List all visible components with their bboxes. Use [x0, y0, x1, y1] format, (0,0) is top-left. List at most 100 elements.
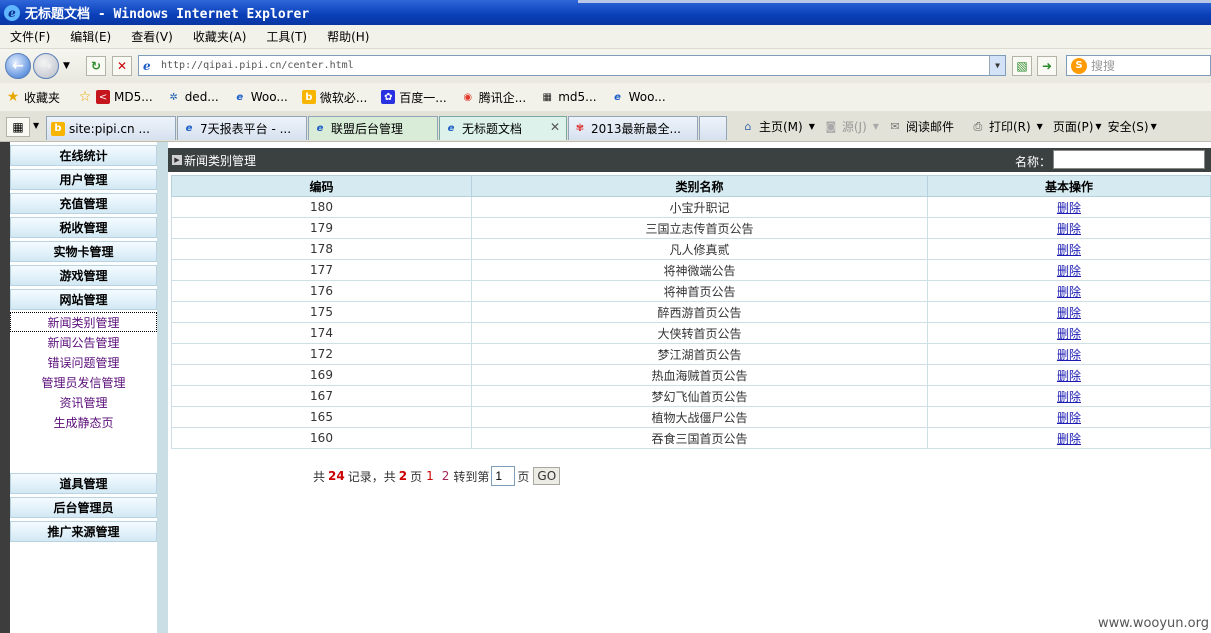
- tab-untitled[interactable]: e 无标题文档 ✕: [439, 116, 567, 140]
- sidebar-subitem-news-notice[interactable]: 新闻公告管理: [10, 332, 157, 352]
- table-row: 178 凡人修真贰 删除: [171, 238, 1211, 260]
- site-icon: ✾: [575, 123, 585, 134]
- menu-view[interactable]: 查看(V): [131, 28, 173, 45]
- stop-button[interactable]: ✕: [112, 56, 132, 76]
- fav-item-md5-2[interactable]: ▦ md5...: [540, 90, 596, 104]
- fav-item-baidu[interactable]: ✿ 百度一...: [381, 89, 447, 106]
- cell-category-name: 将神首页公告: [471, 280, 928, 302]
- delete-link[interactable]: 删除: [927, 217, 1211, 239]
- delete-link[interactable]: 删除: [927, 196, 1211, 218]
- safety-menu-button[interactable]: 安全(S) ▼: [1108, 118, 1157, 135]
- sidebar-item-props[interactable]: 道具管理: [10, 473, 157, 494]
- go-arrow-button[interactable]: ➜: [1037, 56, 1057, 76]
- page-icon: e: [143, 58, 151, 73]
- delete-link[interactable]: 删除: [927, 280, 1211, 302]
- menu-file[interactable]: 文件(F): [10, 28, 50, 45]
- delete-link[interactable]: 删除: [927, 259, 1211, 281]
- delete-link[interactable]: 删除: [927, 322, 1211, 344]
- sidebar-subitem-error-issues[interactable]: 错误问题管理: [10, 352, 157, 372]
- sidebar-item-cards[interactable]: 实物卡管理: [10, 241, 157, 262]
- tab-close-icon[interactable]: ✕: [550, 120, 560, 134]
- sidebar-item-users[interactable]: 用户管理: [10, 169, 157, 190]
- cell-category-name: 凡人修真贰: [471, 238, 928, 260]
- table-header-row: 编码 类别名称 基本操作: [171, 175, 1211, 197]
- sidebar-item-website[interactable]: 网站管理: [10, 289, 157, 310]
- table-row: 169 热血海贼首页公告 删除: [171, 364, 1211, 386]
- new-tab-button[interactable]: [699, 116, 727, 140]
- print-dropdown-icon[interactable]: ▼: [1037, 122, 1043, 131]
- frame-splitter[interactable]: [157, 142, 168, 633]
- delete-link[interactable]: 删除: [927, 238, 1211, 260]
- name-search-input[interactable]: [1053, 150, 1205, 169]
- tab-list-dropdown-icon[interactable]: ▼: [33, 121, 39, 130]
- address-field[interactable]: e http://qipai.pipi.cn/center.html ▼: [138, 55, 1006, 76]
- chevron-down-icon: ▼: [1095, 122, 1102, 131]
- fav-item-woo-2[interactable]: e Woo...: [611, 90, 665, 104]
- tab-site-pipi[interactable]: b site:pipi.cn ...: [46, 116, 176, 140]
- table-row: 174 大侠转首页公告 删除: [171, 322, 1211, 344]
- fav-item-ded[interactable]: ✲ ded...: [167, 90, 218, 104]
- sidebar-item-recharge[interactable]: 充值管理: [10, 193, 157, 214]
- search-field[interactable]: S 搜搜: [1066, 55, 1211, 76]
- fav-item-bing[interactable]: b 微软必...: [301, 89, 367, 106]
- quick-tabs-icon[interactable]: ▦: [6, 117, 30, 137]
- fav-item-woo-1[interactable]: e Woo...: [233, 90, 287, 104]
- tab-2013[interactable]: ✾ 2013最新最全...: [568, 116, 698, 140]
- delete-link[interactable]: 删除: [927, 343, 1211, 365]
- home-button[interactable]: ⌂ 主页(M): [740, 118, 803, 135]
- page-menu-button[interactable]: 页面(P) ▼: [1053, 118, 1102, 135]
- cell-category-name: 醉西游首页公告: [471, 301, 928, 323]
- favorites-button[interactable]: ★ 收藏夹: [6, 89, 60, 106]
- address-dropdown-icon[interactable]: ▼: [989, 56, 1005, 75]
- sidebar-subitem-info[interactable]: 资讯管理: [10, 392, 157, 412]
- delete-link[interactable]: 删除: [927, 364, 1211, 386]
- sidebar-subitem-static-pages[interactable]: 生成静态页: [10, 412, 157, 432]
- feeds-button[interactable]: ◙ 源(J): [823, 118, 867, 135]
- menu-help[interactable]: 帮助(H): [327, 28, 369, 45]
- sidebar-item-promo-source[interactable]: 推广来源管理: [10, 521, 157, 542]
- cell-id: 167: [171, 385, 472, 407]
- cell-category-name: 梦幻飞仙首页公告: [471, 385, 928, 407]
- menu-edit[interactable]: 编辑(E): [70, 28, 111, 45]
- cell-id: 179: [171, 217, 472, 239]
- delete-link[interactable]: 删除: [927, 301, 1211, 323]
- search-placeholder: 搜搜: [1091, 59, 1116, 73]
- bing-icon: b: [301, 90, 316, 104]
- delete-link[interactable]: 删除: [927, 427, 1211, 449]
- table-row: 167 梦幻飞仙首页公告 删除: [171, 385, 1211, 407]
- cell-category-name: 吞食三国首页公告: [471, 427, 928, 449]
- sidebar-item-admins[interactable]: 后台管理员: [10, 497, 157, 518]
- menu-tools[interactable]: 工具(T): [266, 28, 307, 45]
- home-dropdown-icon[interactable]: ▼: [809, 122, 815, 131]
- sidebar-subitem-admin-mail[interactable]: 管理员发信管理: [10, 372, 157, 392]
- read-mail-button[interactable]: ✉ 阅读邮件: [887, 118, 954, 135]
- delete-link[interactable]: 删除: [927, 406, 1211, 428]
- admin-sidebar: 在线统计 用户管理 充值管理 税收管理 实物卡管理 游戏管理 网站管理 新闻类别…: [10, 142, 158, 633]
- page-link-1[interactable]: 1: [426, 469, 434, 483]
- table-row: 176 将神首页公告 删除: [171, 280, 1211, 302]
- print-button[interactable]: ⎙ 打印(R): [970, 118, 1031, 135]
- sidebar-item-tax[interactable]: 税收管理: [10, 217, 157, 238]
- tab-report[interactable]: e 7天报表平台 - ...: [177, 116, 307, 140]
- delete-link[interactable]: 删除: [927, 385, 1211, 407]
- back-button[interactable]: ←: [5, 53, 31, 79]
- sidebar-item-games[interactable]: 游戏管理: [10, 265, 157, 286]
- menu-favorites[interactable]: 收藏夹(A): [193, 28, 247, 45]
- column-header-actions: 基本操作: [927, 175, 1211, 197]
- page-link-2[interactable]: 2: [442, 469, 450, 483]
- compat-view-icon[interactable]: ▧: [1012, 56, 1032, 76]
- sidebar-item-online-stats[interactable]: 在线统计: [10, 145, 157, 166]
- fav-item-md5[interactable]: ☆ < MD5...: [78, 89, 153, 105]
- sidebar-subitem-news-category[interactable]: 新闻类别管理: [10, 312, 157, 332]
- history-dropdown-icon[interactable]: ▼: [63, 61, 70, 71]
- refresh-button[interactable]: ↻: [86, 56, 106, 76]
- command-bar: ⌂ 主页(M) ▼ ◙ 源(J) ▼ ✉ 阅读邮件 ⎙ 打印(R) ▼ 页面(P…: [740, 111, 1163, 142]
- goto-page-input[interactable]: [491, 466, 516, 486]
- go-button[interactable]: GO: [533, 467, 561, 485]
- name-label: 名称：: [1014, 155, 1051, 169]
- fav-item-tencent[interactable]: ◉ 腾讯企...: [461, 89, 526, 106]
- forward-button[interactable]: →: [33, 53, 59, 79]
- site-icon: <: [96, 90, 111, 104]
- tab-alliance-admin[interactable]: e 联盟后台管理: [308, 116, 438, 140]
- frame-border: [0, 142, 10, 633]
